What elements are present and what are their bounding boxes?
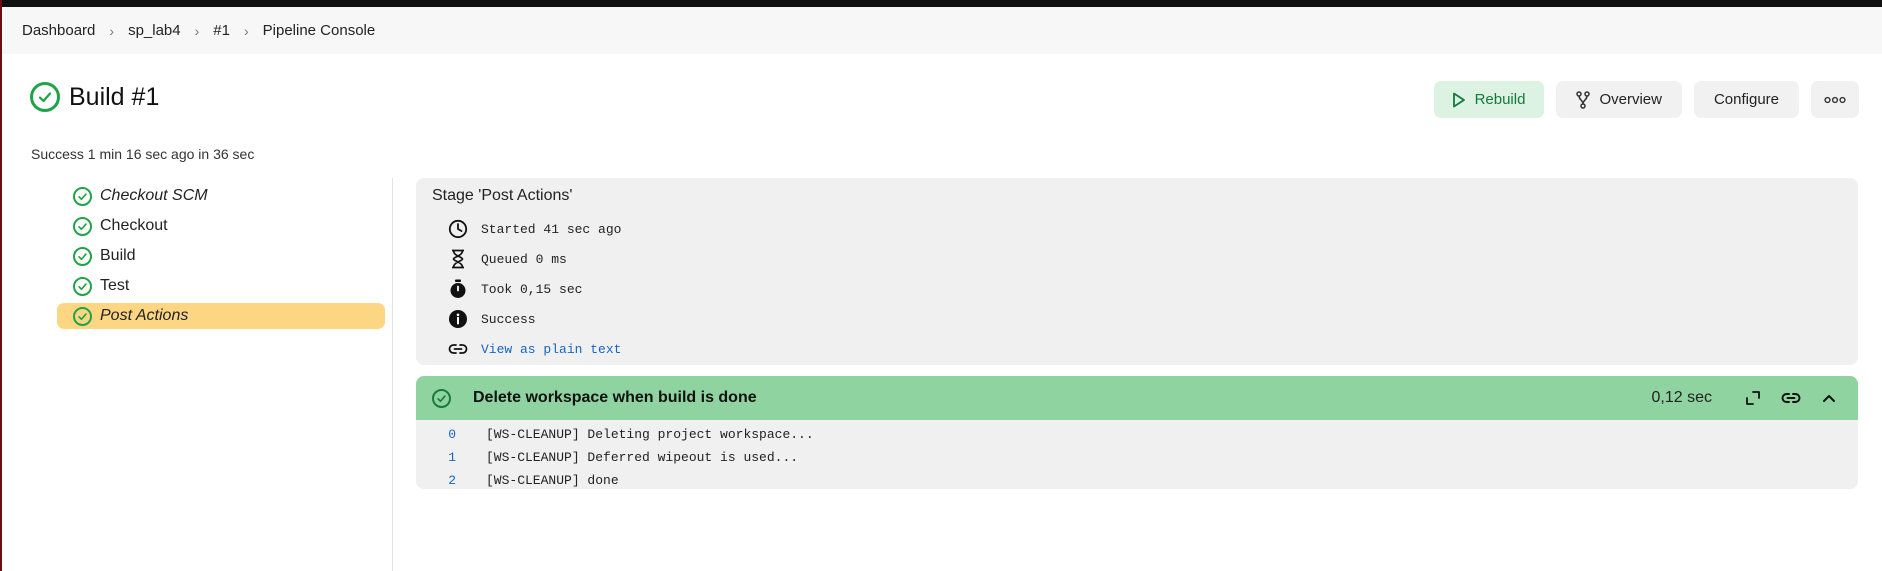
step-title: Delete workspace when build is done [473, 389, 757, 406]
log-line: 0 [WS-CLEANUP] Deleting project workspac… [416, 423, 1858, 446]
configure-button[interactable]: Configure [1693, 81, 1799, 118]
stage-label: Test [100, 277, 130, 294]
more-actions-button[interactable] [1811, 81, 1859, 118]
chevron-up-icon[interactable] [1812, 384, 1846, 412]
step-log: 0 [WS-CLEANUP] Deleting project workspac… [416, 420, 1858, 489]
chevron-right-icon: › [109, 22, 115, 39]
log-line-text: [WS-CLEANUP] Deleting project workspace.… [486, 427, 814, 442]
step-panel: Delete workspace when build is done 0,12… [416, 376, 1858, 489]
success-check-icon [73, 276, 92, 296]
link-icon[interactable] [1774, 384, 1808, 412]
rebuild-button[interactable]: Rebuild [1433, 81, 1545, 118]
breadcrumb-dashboard[interactable]: Dashboard [22, 22, 95, 39]
step-duration: 0,12 sec [1651, 389, 1712, 406]
overview-label: Overview [1599, 91, 1662, 108]
log-line-number[interactable]: 2 [416, 473, 456, 488]
stage-took-row: Took 0,15 sec [432, 274, 1842, 304]
link-icon [447, 342, 469, 356]
chevron-right-icon: › [194, 22, 200, 39]
log-line: 2 [WS-CLEANUP] done [416, 469, 1858, 489]
info-icon [447, 309, 469, 329]
stopwatch-icon [447, 279, 469, 299]
chevron-right-icon: › [243, 22, 249, 39]
stage-item-checkout-scm[interactable]: Checkout SCM [57, 183, 385, 209]
success-check-icon [73, 186, 92, 206]
page-title: Build #1 [69, 82, 160, 111]
success-check-icon [73, 246, 92, 266]
breadcrumb-build[interactable]: #1 [213, 22, 230, 39]
stage-status-row: Success [432, 304, 1842, 334]
log-line: 1 [WS-CLEANUP] Deferred wipeout is used.… [416, 446, 1858, 469]
stage-queued-text: Queued 0 ms [481, 251, 567, 267]
stage-label: Post Actions [100, 307, 189, 324]
stage-item-checkout[interactable]: Checkout [57, 213, 385, 239]
breadcrumb-job[interactable]: sp_lab4 [128, 22, 181, 39]
more-horizontal-icon [1824, 96, 1846, 103]
log-line-number[interactable]: 1 [416, 450, 456, 465]
branch-icon [1576, 90, 1591, 109]
stage-started-text: Started 41 sec ago [481, 221, 622, 237]
log-line-text: [WS-CLEANUP] done [486, 473, 619, 488]
breadcrumb-pipeline-console[interactable]: Pipeline Console [263, 22, 376, 39]
hourglass-icon [447, 249, 469, 269]
stage-label: Build [100, 247, 136, 264]
stage-started-row: Started 41 sec ago [432, 214, 1842, 244]
play-icon [1452, 92, 1465, 107]
log-line-text: [WS-CLEANUP] Deferred wipeout is used... [486, 450, 799, 465]
stage-heading: Stage 'Post Actions' [432, 187, 573, 204]
build-summary: Success 1 min 16 sec ago in 36 sec [31, 146, 255, 162]
success-check-icon [73, 216, 92, 236]
stage-details-panel: Stage 'Post Actions' Started 41 sec ago … [416, 178, 1858, 365]
stage-item-build[interactable]: Build [57, 243, 385, 269]
step-header[interactable]: Delete workspace when build is done 0,12… [416, 376, 1858, 420]
stage-took-text: Took 0,15 sec [481, 281, 583, 297]
plain-text-row: View as plain text [432, 334, 1842, 364]
stage-status-text: Success [481, 311, 536, 327]
stage-queued-row: Queued 0 ms [432, 244, 1842, 274]
overview-button[interactable]: Overview [1556, 81, 1682, 118]
stage-list: Checkout SCM Checkout Build Test Post Ac… [57, 183, 385, 333]
success-check-icon [73, 306, 92, 326]
configure-label: Configure [1713, 91, 1779, 108]
breadcrumb: Dashboard › sp_lab4 › #1 › Pipeline Cons… [2, 7, 1882, 54]
view-plain-text-link[interactable]: View as plain text [481, 342, 621, 357]
log-line-number[interactable]: 0 [416, 427, 456, 442]
window-top-bar [2, 0, 1882, 7]
stage-item-post-actions[interactable]: Post Actions [57, 303, 385, 329]
stage-item-test[interactable]: Test [57, 273, 385, 299]
stage-label: Checkout [100, 217, 168, 234]
success-check-icon [30, 82, 60, 112]
rebuild-label: Rebuild [1474, 91, 1526, 108]
header-actions: Rebuild Overview Configure [1433, 81, 1859, 118]
clock-icon [447, 219, 469, 239]
expand-icon[interactable] [1736, 384, 1770, 412]
success-check-icon [432, 388, 451, 408]
page-header: Build #1 [30, 82, 159, 112]
sidebar-divider [392, 178, 393, 571]
stage-label: Checkout SCM [100, 187, 208, 204]
